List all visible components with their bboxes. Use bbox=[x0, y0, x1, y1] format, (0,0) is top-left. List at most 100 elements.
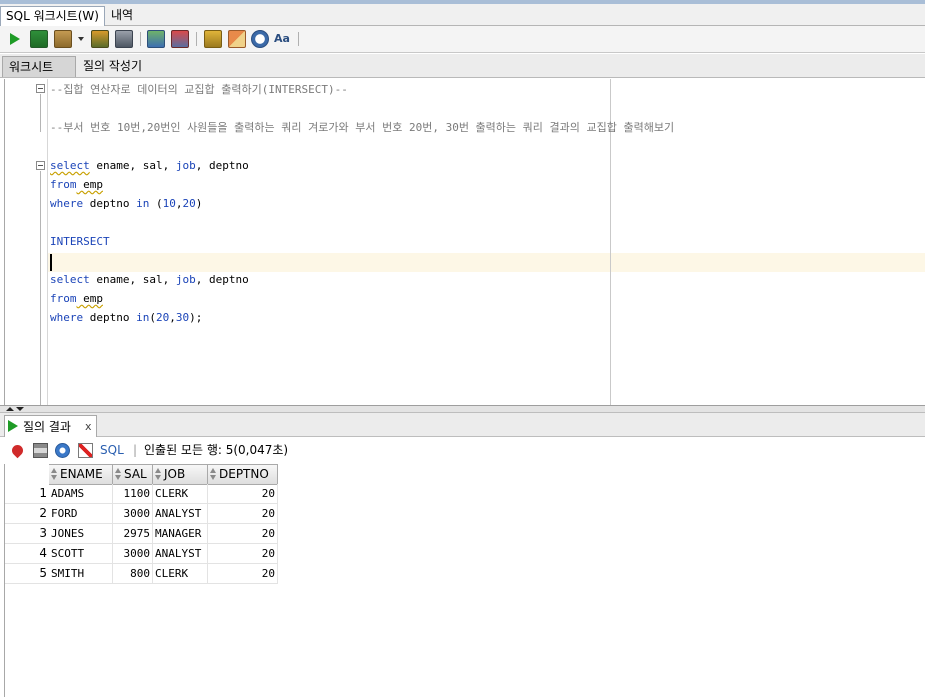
worksheet-tabbar: SQL 워크시트(W) 내역 bbox=[0, 4, 925, 26]
cell-deptno[interactable]: 20 bbox=[208, 564, 278, 584]
fold-toggle-icon[interactable] bbox=[36, 161, 45, 170]
tab-query-result-label: 질의 결과 bbox=[23, 420, 71, 434]
results-grid[interactable]: ENAME SAL JOB DEPTNO 1 ADAMS 1100 CLERK … bbox=[4, 464, 925, 697]
tab-history[interactable]: 내역 bbox=[106, 6, 138, 26]
row-number: 4 bbox=[39, 546, 47, 560]
cell-sal[interactable]: 2975 bbox=[113, 524, 153, 544]
cell-job[interactable]: MANAGER bbox=[153, 524, 208, 544]
text-caret bbox=[50, 254, 52, 271]
row-number: 2 bbox=[39, 506, 47, 520]
cell-ename[interactable]: SCOTT bbox=[49, 544, 113, 564]
table-row[interactable]: 4 SCOTT 3000 ANALYST 20 bbox=[5, 544, 278, 564]
table-row[interactable]: 1 ADAMS 1100 CLERK 20 bbox=[5, 484, 278, 504]
commit-icon[interactable] bbox=[147, 30, 165, 48]
pane-splitter[interactable] bbox=[0, 405, 925, 413]
sort-icon[interactable] bbox=[210, 468, 217, 481]
toolbar-divider bbox=[196, 32, 197, 46]
cell-deptno[interactable]: 20 bbox=[208, 484, 278, 504]
keyword: where bbox=[50, 311, 84, 324]
cell-sal[interactable]: 3000 bbox=[113, 544, 153, 564]
sort-icon[interactable] bbox=[51, 468, 58, 481]
chevron-down-icon[interactable] bbox=[78, 37, 84, 41]
table-row[interactable]: 5 SMITH 800 CLERK 20 bbox=[5, 564, 278, 584]
close-icon[interactable]: x bbox=[85, 418, 92, 436]
sql-link[interactable]: SQL bbox=[100, 442, 124, 459]
print-icon[interactable] bbox=[33, 443, 48, 458]
rollback-icon[interactable] bbox=[171, 30, 189, 48]
cell-sal[interactable]: 3000 bbox=[113, 504, 153, 524]
column-header-label: JOB bbox=[164, 467, 186, 481]
cell-job[interactable]: ANALYST bbox=[153, 504, 208, 524]
results-tabbar: 질의 결과 x bbox=[0, 413, 925, 437]
history-icon[interactable] bbox=[251, 30, 269, 48]
sql-editor[interactable]: --집합 연산자로 데이터의 교집합 출력하기(INTERSECT)-- --부… bbox=[4, 79, 925, 411]
collapse-up-icon[interactable] bbox=[6, 407, 14, 411]
editor-subtabs: 워크시트 질의 작성기 bbox=[0, 54, 925, 78]
cell-ename[interactable]: JONES bbox=[49, 524, 113, 544]
code-text: , bbox=[169, 311, 176, 324]
code-line-from: from emp bbox=[50, 289, 103, 308]
column-header-job[interactable]: JOB bbox=[153, 464, 208, 485]
cell-deptno[interactable]: 20 bbox=[208, 524, 278, 544]
row-number: 1 bbox=[39, 486, 47, 500]
code-line-comment: --집합 연산자로 데이터의 교집합 출력하기(INTERSECT)-- bbox=[50, 83, 348, 96]
code-text: ename, sal, bbox=[89, 273, 176, 286]
column-header-deptno[interactable]: DEPTNO bbox=[208, 464, 278, 485]
cancel-fetch-icon[interactable] bbox=[78, 443, 93, 458]
keyword: in bbox=[136, 197, 150, 210]
keyword: INTERSECT bbox=[50, 235, 110, 248]
code-line-select: select ename, sal, job, deptno bbox=[50, 270, 249, 289]
collapse-down-icon[interactable] bbox=[16, 407, 24, 411]
code-text: ( bbox=[149, 197, 163, 210]
cell-job[interactable]: ANALYST bbox=[153, 544, 208, 564]
toolbar-divider: | bbox=[133, 443, 138, 457]
code-text: , deptno bbox=[195, 273, 249, 286]
keyword: from bbox=[50, 292, 77, 305]
fold-toggle-icon[interactable] bbox=[36, 84, 45, 93]
row-number: 5 bbox=[39, 566, 47, 580]
code-line-where: where deptno in (10,20) bbox=[50, 194, 202, 213]
cell-ename[interactable]: ADAMS bbox=[49, 484, 113, 504]
cell-ename[interactable]: SMITH bbox=[49, 564, 113, 584]
tab-query-builder[interactable]: 질의 작성기 bbox=[77, 56, 148, 77]
cell-job[interactable]: CLERK bbox=[153, 564, 208, 584]
run-result-icon bbox=[8, 420, 18, 432]
cell-ename[interactable]: FORD bbox=[49, 504, 113, 524]
row-number: 3 bbox=[39, 526, 47, 540]
code-text: ) bbox=[195, 197, 203, 210]
cell-deptno[interactable]: 20 bbox=[208, 544, 278, 564]
format-icon[interactable]: Aa bbox=[273, 30, 291, 48]
column-header-label: ENAME bbox=[60, 467, 103, 481]
autotrace-icon[interactable] bbox=[115, 30, 133, 48]
refresh-icon[interactable] bbox=[55, 443, 70, 458]
code-text: emp bbox=[76, 292, 103, 305]
cell-sal[interactable]: 800 bbox=[113, 564, 153, 584]
tab-sql-worksheet[interactable]: SQL 워크시트(W) bbox=[0, 6, 105, 26]
tab-worksheet[interactable]: 워크시트 bbox=[2, 56, 76, 77]
column-header-ename[interactable]: ENAME bbox=[49, 464, 113, 485]
keyword: job bbox=[175, 159, 196, 172]
run-script-icon[interactable] bbox=[30, 30, 48, 48]
tab-query-result[interactable]: 질의 결과 x bbox=[4, 415, 97, 437]
code-line-comment: --부서 번호 10번,20번인 사원들을 출력하는 쿼리 겨로가와 부서 번호… bbox=[50, 121, 675, 134]
column-header-sal[interactable]: SAL bbox=[113, 464, 153, 485]
column-header-label: SAL bbox=[124, 467, 147, 481]
sql-tuning-icon[interactable] bbox=[204, 30, 222, 48]
clear-icon[interactable] bbox=[228, 30, 246, 48]
pin-icon[interactable] bbox=[9, 442, 26, 459]
sort-icon[interactable] bbox=[115, 468, 122, 481]
code-line-select: select ename, sal, job, deptno bbox=[50, 156, 249, 175]
number-literal: 20 bbox=[155, 311, 170, 324]
code-line-intersect: INTERSECT bbox=[50, 232, 110, 251]
cell-sal[interactable]: 1100 bbox=[113, 484, 153, 504]
sort-icon[interactable] bbox=[155, 468, 162, 481]
run-statement-icon[interactable] bbox=[5, 30, 23, 48]
cell-deptno[interactable]: 20 bbox=[208, 504, 278, 524]
cell-job[interactable]: CLERK bbox=[153, 484, 208, 504]
table-row[interactable]: 3 JONES 2975 MANAGER 20 bbox=[5, 524, 278, 544]
toolbar-divider bbox=[140, 32, 141, 46]
multiple-sessions-icon[interactable] bbox=[54, 30, 72, 48]
results-toolbar: SQL | 인출된 모든 행: 5(0,047초) bbox=[0, 438, 925, 463]
table-row[interactable]: 2 FORD 3000 ANALYST 20 bbox=[5, 504, 278, 524]
explain-plan-icon[interactable] bbox=[91, 30, 109, 48]
